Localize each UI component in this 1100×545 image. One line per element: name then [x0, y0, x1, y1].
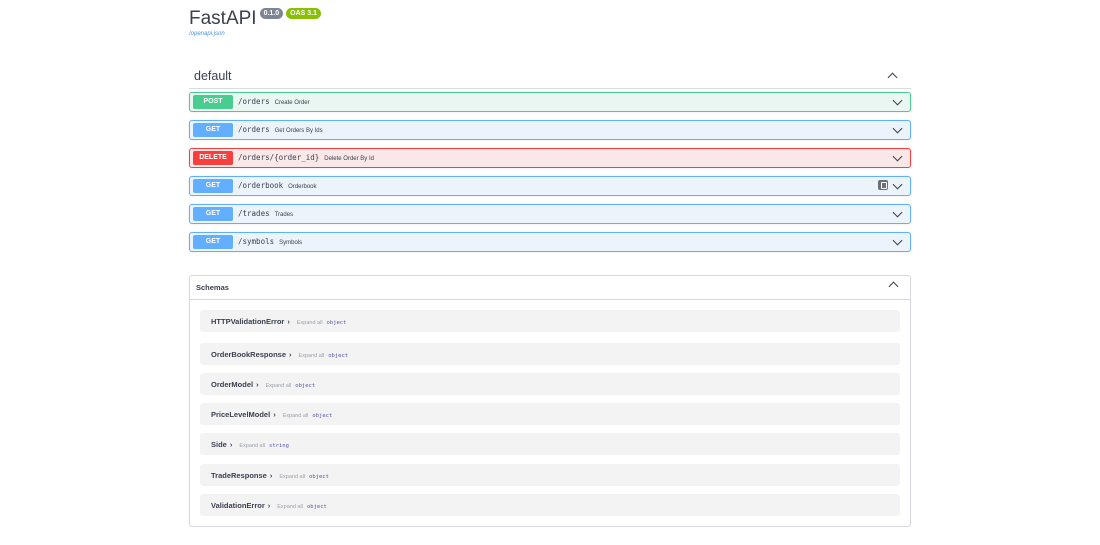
expand-all-button[interactable]: Expand all	[297, 320, 323, 326]
schemas-header[interactable]: Schemas	[190, 276, 910, 300]
path-text: /orders/{order_id}	[238, 153, 320, 162]
operation-summary: Trades	[274, 212, 294, 218]
path-text: /symbols	[238, 237, 275, 246]
model-name[interactable]: HTTPValidationError › Expand all object	[211, 317, 346, 328]
model-name[interactable]: OrderModel › Expand all object	[211, 380, 315, 391]
model-title: OrderModel	[211, 380, 254, 389]
operation-path: /orderbook Orderbook	[238, 181, 317, 192]
model-row[interactable]: TradeResponse › Expand all object	[200, 464, 900, 486]
chevron-right-icon: ›	[269, 471, 273, 480]
version-badge: 0.1.0	[259, 8, 284, 19]
chevron-right-icon: ›	[287, 317, 290, 326]
operation-get-symbols[interactable]: GET /symbols Symbols	[189, 232, 911, 252]
page-title: FastAPI	[189, 8, 257, 29]
expand-all-button[interactable]: Expand all	[283, 413, 309, 419]
chevron-right-icon: ›	[289, 350, 292, 359]
model-type: string	[269, 443, 289, 449]
chevron-down-icon[interactable]	[892, 179, 903, 190]
model-name[interactable]: OrderBookResponse › Expand all object	[211, 350, 348, 361]
method-badge: GET	[193, 179, 233, 193]
operation-summary: Get Orders By Ids	[274, 128, 323, 134]
schemas-title: Schemas	[196, 283, 229, 292]
model-type: object	[295, 383, 316, 389]
model-title: TradeResponse	[211, 471, 267, 480]
operation-get-orders[interactable]: GET /orders Get Orders By Ids	[189, 120, 911, 140]
chevron-right-icon: ›	[267, 501, 271, 510]
copy-icon[interactable]	[878, 180, 888, 190]
model-name[interactable]: Side › Expand all string	[211, 440, 289, 451]
chevron-up-icon[interactable]	[887, 72, 898, 83]
expand-all-button[interactable]: Expand all	[299, 353, 325, 359]
model-type: object	[306, 504, 327, 510]
expand-all-button[interactable]: Expand all	[266, 383, 292, 389]
model-name[interactable]: PriceLevelModel › Expand all object	[211, 410, 332, 421]
model-row[interactable]: PriceLevelModel › Expand all object	[200, 403, 900, 425]
tag-name: default	[194, 69, 232, 83]
model-row[interactable]: OrderModel › Expand all object	[200, 373, 900, 395]
operation-path: /orders/{order_id} Delete Order By Id	[238, 153, 374, 164]
model-title: OrderBookResponse	[211, 350, 287, 359]
model-type: object	[312, 413, 333, 419]
operation-post-orders[interactable]: POST /orders Create Order	[189, 92, 911, 112]
operation-path: /trades Trades	[238, 209, 293, 220]
chevron-right-icon: ›	[256, 380, 259, 389]
operation-summary: Symbols	[279, 240, 303, 246]
path-text: /orderbook	[238, 181, 284, 190]
operation-summary: Orderbook	[288, 184, 317, 190]
method-badge: GET	[193, 235, 233, 249]
chevron-down-icon[interactable]	[892, 151, 903, 162]
path-text: /trades	[238, 209, 270, 218]
expand-all-button[interactable]: Expand all	[279, 474, 305, 480]
tag-default-header[interactable]: default	[189, 63, 911, 89]
model-row[interactable]: ValidationError › Expand all object	[200, 494, 900, 516]
chevron-down-icon[interactable]	[892, 123, 903, 134]
operation-get-trades[interactable]: GET /trades Trades	[189, 204, 911, 224]
model-title: ValidationError	[211, 501, 265, 510]
method-badge: GET	[193, 123, 233, 137]
model-type: object	[326, 320, 347, 326]
model-title: HTTPValidationError	[211, 317, 285, 326]
model-row[interactable]: HTTPValidationError › Expand all object	[200, 310, 900, 332]
chevron-right-icon: ›	[229, 440, 233, 449]
path-text: /orders	[238, 97, 270, 106]
model-name[interactable]: ValidationError › Expand all object	[211, 501, 327, 512]
model-type: object	[309, 474, 329, 480]
operation-summary: Delete Order By Id	[324, 156, 374, 162]
method-badge: DELETE	[193, 151, 233, 165]
expand-all-button[interactable]: Expand all	[239, 443, 265, 449]
openapi-json-link[interactable]: /openapi.json	[189, 31, 225, 37]
model-title: Side	[211, 440, 227, 449]
chevron-up-icon[interactable]	[888, 281, 899, 292]
method-badge: POST	[193, 95, 233, 109]
path-text: /orders	[238, 125, 270, 134]
chevron-down-icon[interactable]	[892, 235, 903, 246]
oas-badge: OAS 3.1	[286, 8, 322, 19]
operation-path: /symbols Symbols	[238, 237, 302, 248]
operation-summary: Create Order	[274, 100, 310, 106]
model-row[interactable]: Side › Expand all string	[200, 433, 900, 455]
model-title: PriceLevelModel	[211, 410, 271, 419]
operation-get-orderbook[interactable]: GET /orderbook Orderbook	[189, 176, 911, 196]
operation-path: /orders Create Order	[238, 97, 310, 108]
chevron-down-icon[interactable]	[892, 207, 903, 218]
expand-all-button[interactable]: Expand all	[277, 504, 303, 510]
chevron-right-icon: ›	[273, 410, 276, 419]
chevron-down-icon[interactable]	[892, 95, 903, 106]
schemas-section: Schemas HTTPValidationError › Expand all ob…	[189, 275, 911, 527]
model-type: object	[328, 353, 349, 359]
model-name[interactable]: TradeResponse › Expand all object	[211, 471, 329, 482]
title-row: FastAPI 0.1.0 OAS 3.1	[189, 8, 322, 29]
method-badge: GET	[193, 207, 233, 221]
model-row[interactable]: OrderBookResponse › Expand all object	[200, 343, 900, 365]
operation-delete-order[interactable]: DELETE /orders/{order_id} Delete Order By…	[189, 148, 911, 168]
operation-path: /orders Get Orders By Ids	[238, 125, 323, 136]
